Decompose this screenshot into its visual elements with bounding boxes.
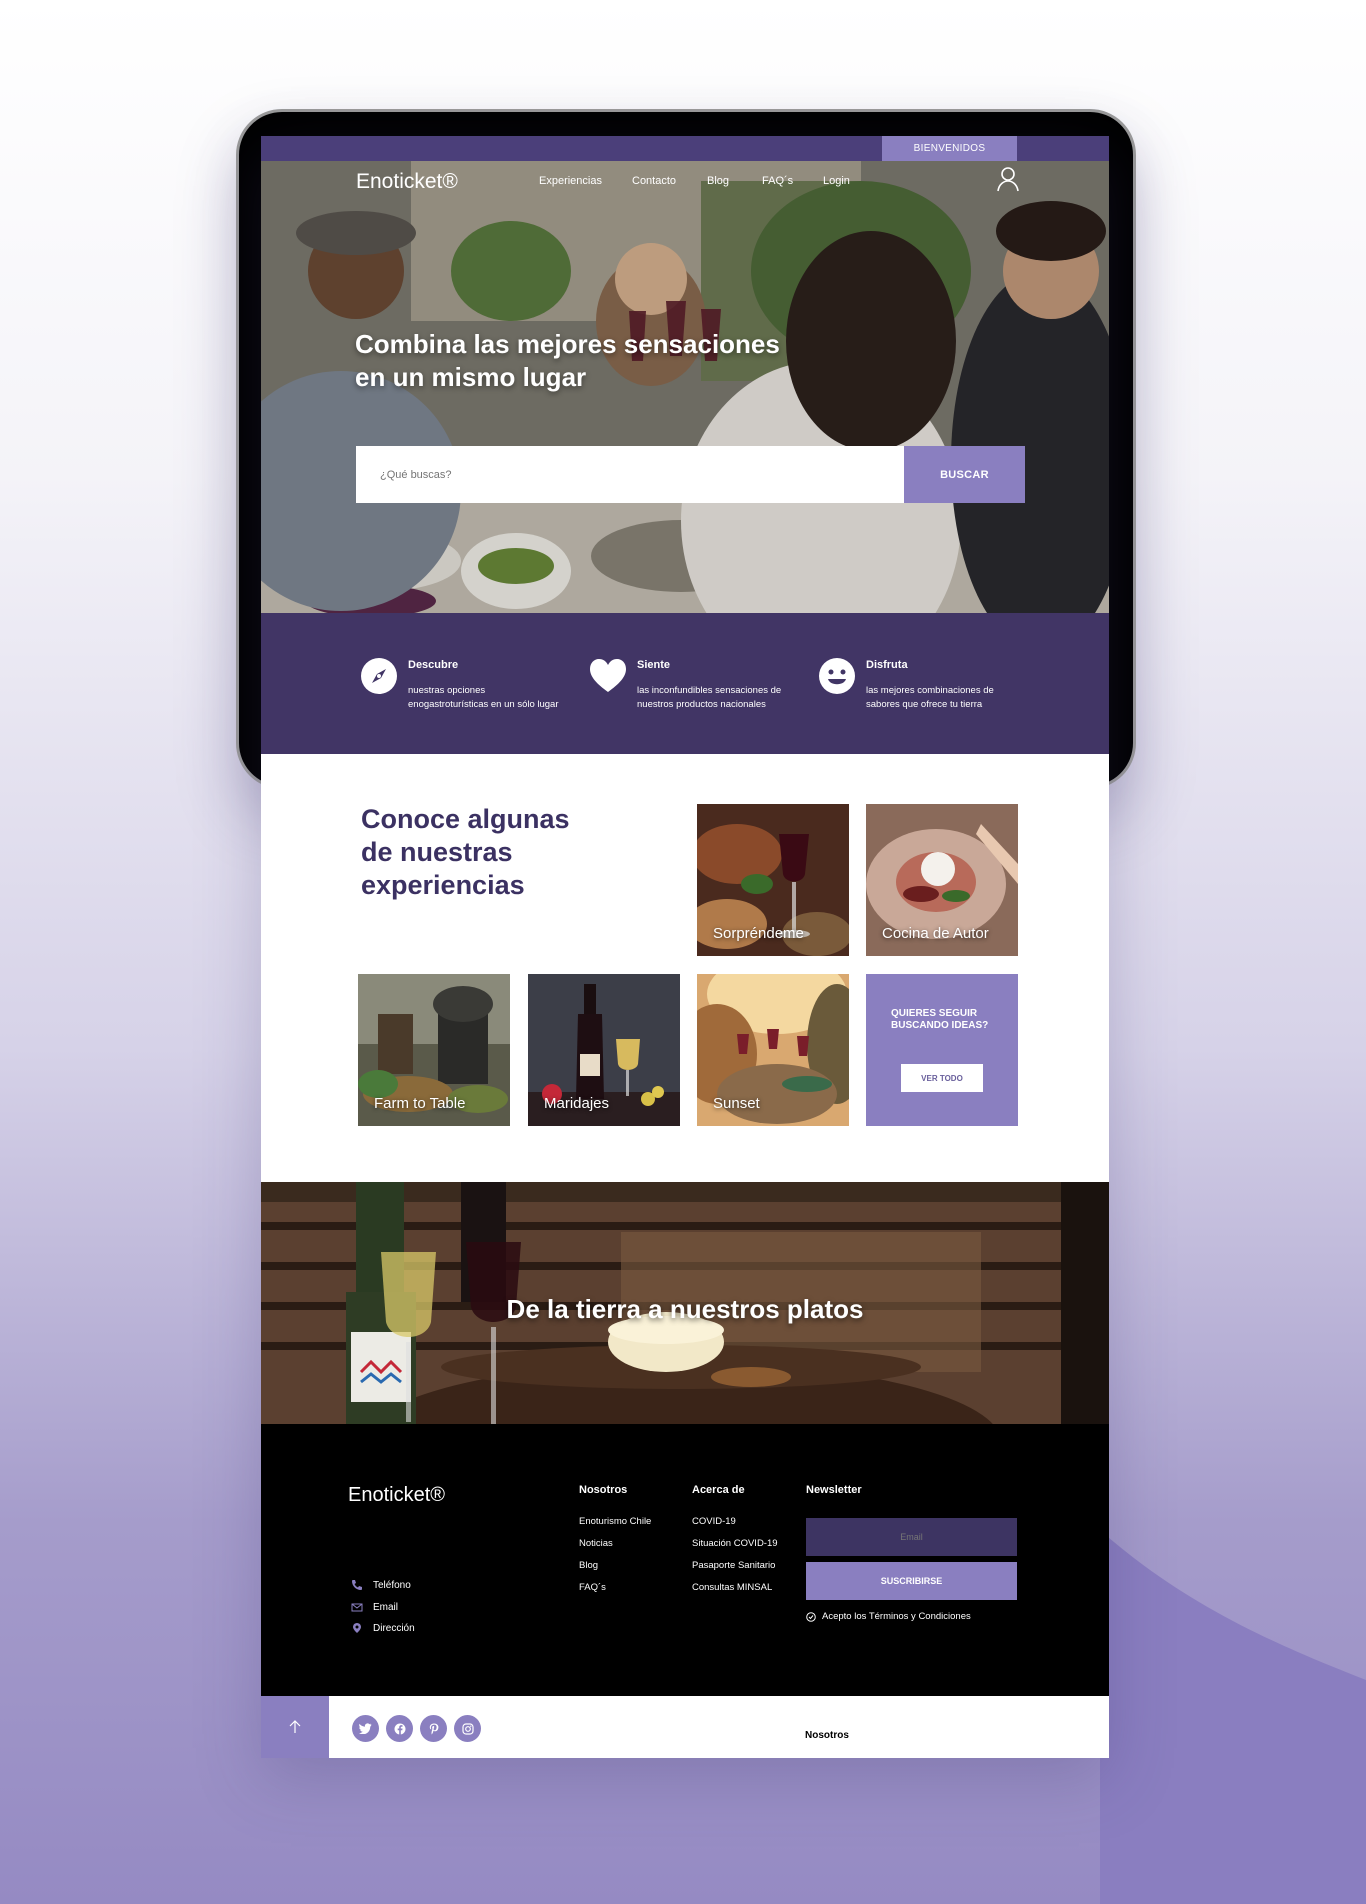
footer-link[interactable]: Enoturismo Chile — [579, 1516, 651, 1527]
card-label: Sunset — [713, 1095, 760, 1112]
pinterest-icon — [429, 1723, 438, 1734]
feature-desc-line: las inconfundibles sensaciones de — [637, 685, 782, 696]
contact-phone[interactable]: Teléfono — [351, 1579, 411, 1591]
hero-title-line1: Combina las mejores sensaciones — [355, 329, 780, 359]
experience-card-cocina-de-autor[interactable]: Cocina de Autor — [866, 804, 1018, 956]
nav-contacto[interactable]: Contacto — [632, 175, 676, 187]
hero-title-line2: en un mismo lugar — [355, 362, 587, 392]
search-box — [356, 446, 904, 503]
footer-link[interactable]: Situación COVID-19 — [692, 1538, 778, 1549]
experience-card-sunset[interactable]: Sunset — [697, 974, 849, 1126]
experiences-title-line: de nuestras — [361, 837, 513, 867]
card-label: Farm to Table — [374, 1095, 466, 1112]
more-ideas-line: BUSCANDO IDEAS? — [891, 1020, 989, 1031]
location-pin-icon — [353, 1623, 361, 1633]
experience-card-sorprendeme[interactable]: Sorpréndeme — [697, 804, 849, 956]
logo[interactable]: Enoticket® — [356, 170, 458, 194]
footer-col-acerca-title: Acerca de — [692, 1484, 745, 1496]
feature-desc-line: nuestros productos nacionales — [637, 699, 766, 710]
nav-faqs[interactable]: FAQ´s — [762, 175, 793, 187]
newsletter-email-input[interactable] — [806, 1518, 1017, 1556]
hero-section: Enoticket® Experiencias Contacto Blog FA… — [261, 161, 1109, 613]
twitter-button[interactable] — [352, 1715, 379, 1742]
feature-title: Disfruta — [866, 659, 908, 671]
compass-icon — [361, 658, 397, 694]
welcome-tab[interactable]: BIENVENIDOS — [882, 136, 1017, 161]
more-ideas-card: QUIERES SEGUIR BUSCANDO IDEAS? VER TODO — [866, 974, 1018, 1126]
search-input[interactable] — [356, 446, 904, 503]
footer-link[interactable]: FAQ´s — [579, 1582, 606, 1593]
back-to-top-button[interactable] — [261, 1696, 329, 1758]
footer-col-nosotros-title: Nosotros — [579, 1484, 628, 1496]
features-strip: Descubre nuestras opciones enogastroturí… — [261, 613, 1109, 754]
experience-card-maridajes[interactable]: Maridajes — [528, 974, 680, 1126]
terms-label: Acepto los Términos y Condiciones — [822, 1611, 971, 1622]
experiences-title-line: Conoce algunas — [361, 804, 570, 834]
subscribe-button[interactable]: SUSCRIBIRSE — [806, 1562, 1017, 1600]
instagram-button[interactable] — [454, 1715, 481, 1742]
contact-label: Teléfono — [373, 1579, 411, 1591]
user-icon[interactable] — [996, 166, 1020, 192]
heart-icon — [590, 659, 626, 692]
experience-card-farm-to-table[interactable]: Farm to Table — [358, 974, 510, 1126]
instagram-icon — [461, 1722, 474, 1735]
bottom-bar: Nosotros — [261, 1696, 1109, 1758]
footer-logo[interactable]: Enoticket® — [348, 1484, 445, 1507]
checkbox-check-icon — [806, 1611, 816, 1622]
contact-label: Email — [373, 1601, 399, 1613]
website-screen: BIENVENIDOS Enoticket® Experiencias Cont… — [261, 136, 1109, 1758]
feature-desc-line: nuestras opciones — [408, 685, 486, 696]
terms-checkbox[interactable]: Acepto los Términos y Condiciones — [806, 1611, 971, 1622]
hero-title: Combina las mejores sensaciones en un mi… — [355, 328, 815, 394]
twitter-icon — [359, 1723, 372, 1734]
smile-icon — [819, 658, 855, 694]
mail-icon — [351, 1603, 363, 1612]
feature-description: nuestras opciones enogastroturísticas en… — [408, 684, 588, 712]
footer-link[interactable]: Blog — [579, 1560, 598, 1571]
contact-label: Dirección — [373, 1622, 415, 1634]
facebook-button[interactable] — [386, 1715, 413, 1742]
footer-link[interactable]: Noticias — [579, 1538, 613, 1549]
footer-link[interactable]: Pasaporte Sanitario — [692, 1560, 775, 1571]
footer: Enoticket® Teléfono Email Dirección Noso… — [261, 1424, 1109, 1696]
farm-to-plate-banner: De la tierra a nuestros platos — [261, 1182, 1109, 1424]
facebook-icon — [394, 1723, 405, 1735]
newsletter-title: Newsletter — [806, 1484, 862, 1496]
phone-icon — [352, 1580, 362, 1590]
feature-desc-line: sabores que ofrece tu tierra — [866, 699, 983, 710]
bottom-nosotros-link[interactable]: Nosotros — [805, 1730, 849, 1741]
feature-title: Siente — [637, 659, 671, 671]
pinterest-button[interactable] — [420, 1715, 447, 1742]
feature-desc-line: las mejores combinaciones de — [866, 685, 994, 696]
nav-experiencias[interactable]: Experiencias — [539, 175, 602, 187]
feature-description: las mejores combinaciones de sabores que… — [866, 684, 1046, 712]
top-bar: BIENVENIDOS — [261, 136, 1109, 161]
feature-desc-line: enogastroturísticas en un sólo lugar — [408, 699, 559, 710]
feature-description: las inconfundibles sensaciones de nuestr… — [637, 684, 817, 712]
experiences-title-line: experiencias — [361, 870, 525, 900]
search-button[interactable]: BUSCAR — [904, 446, 1025, 503]
feature-title: Descubre — [408, 659, 459, 671]
contact-email[interactable]: Email — [351, 1601, 398, 1613]
footer-link[interactable]: COVID-19 — [692, 1516, 736, 1527]
card-label: Maridajes — [544, 1095, 610, 1112]
arrow-up-icon — [289, 1720, 301, 1733]
footer-link[interactable]: Consultas MINSAL — [692, 1582, 772, 1593]
contact-address[interactable]: Dirección — [351, 1622, 415, 1634]
card-label: Sorpréndeme — [713, 925, 804, 942]
nav-blog[interactable]: Blog — [707, 175, 729, 187]
more-ideas-line: QUIERES SEGUIR — [891, 1008, 978, 1019]
view-all-button[interactable]: VER TODO — [901, 1064, 983, 1092]
more-ideas-text: QUIERES SEGUIR BUSCANDO IDEAS? — [891, 1008, 1001, 1032]
experiences-title: Conoce algunas de nuestras experiencias — [361, 803, 621, 902]
nav-login[interactable]: Login — [823, 175, 850, 187]
card-label: Cocina de Autor — [882, 925, 989, 942]
banner-title: De la tierra a nuestros platos — [506, 1294, 864, 1324]
